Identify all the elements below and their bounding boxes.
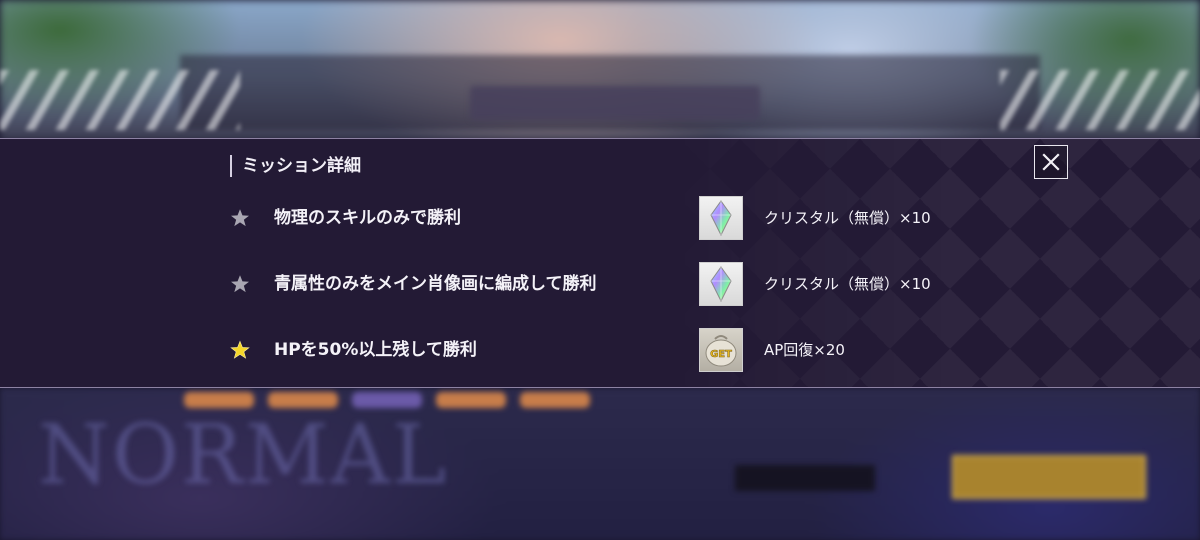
background-tab — [352, 392, 422, 408]
ap-recovery-icon: GET — [699, 328, 743, 372]
mission-row: 物理のスキルのみで勝利 クリスタル（無償）×10 — [0, 196, 1200, 240]
background-tab — [268, 392, 338, 408]
star-icon — [231, 209, 249, 227]
background-start-button — [952, 455, 1146, 499]
background-stripes-left — [0, 70, 240, 130]
mission-text: HPを50%以上残して勝利 — [274, 340, 477, 360]
panel-title: ミッション詳細 — [230, 155, 361, 177]
reward-text: クリスタル（無償）×10 — [764, 209, 931, 227]
close-icon — [1042, 153, 1060, 171]
background-ap-box — [735, 465, 875, 491]
crystal-icon — [699, 262, 743, 306]
background-tab — [436, 392, 506, 408]
mission-text: 物理のスキルのみで勝利 — [274, 208, 461, 228]
reward-text: クリスタル（無償）×10 — [764, 275, 931, 293]
get-label: GET — [710, 349, 732, 360]
mission-detail-panel: ミッション詳細 物理のスキルのみで勝利 クリスタル（無償）×10 青属性のみをメ… — [0, 138, 1200, 388]
star-icon — [231, 275, 249, 293]
mission-row: 青属性のみをメイン肖像画に編成して勝利 クリスタル（無償）×10 — [0, 262, 1200, 306]
background-tab — [184, 392, 254, 408]
background-tab — [520, 392, 590, 408]
background-stage-label — [470, 86, 760, 120]
background-difficulty-logo: NORMAL — [38, 408, 449, 503]
reward-text: AP回復×20 — [764, 341, 845, 359]
close-button[interactable] — [1034, 145, 1068, 179]
star-icon — [230, 340, 250, 359]
mission-row: HPを50%以上残して勝利 GET AP回復×20 — [0, 328, 1200, 372]
crystal-icon — [699, 196, 743, 240]
background-stripes-right — [1000, 70, 1200, 130]
mission-text: 青属性のみをメイン肖像画に編成して勝利 — [274, 274, 597, 294]
